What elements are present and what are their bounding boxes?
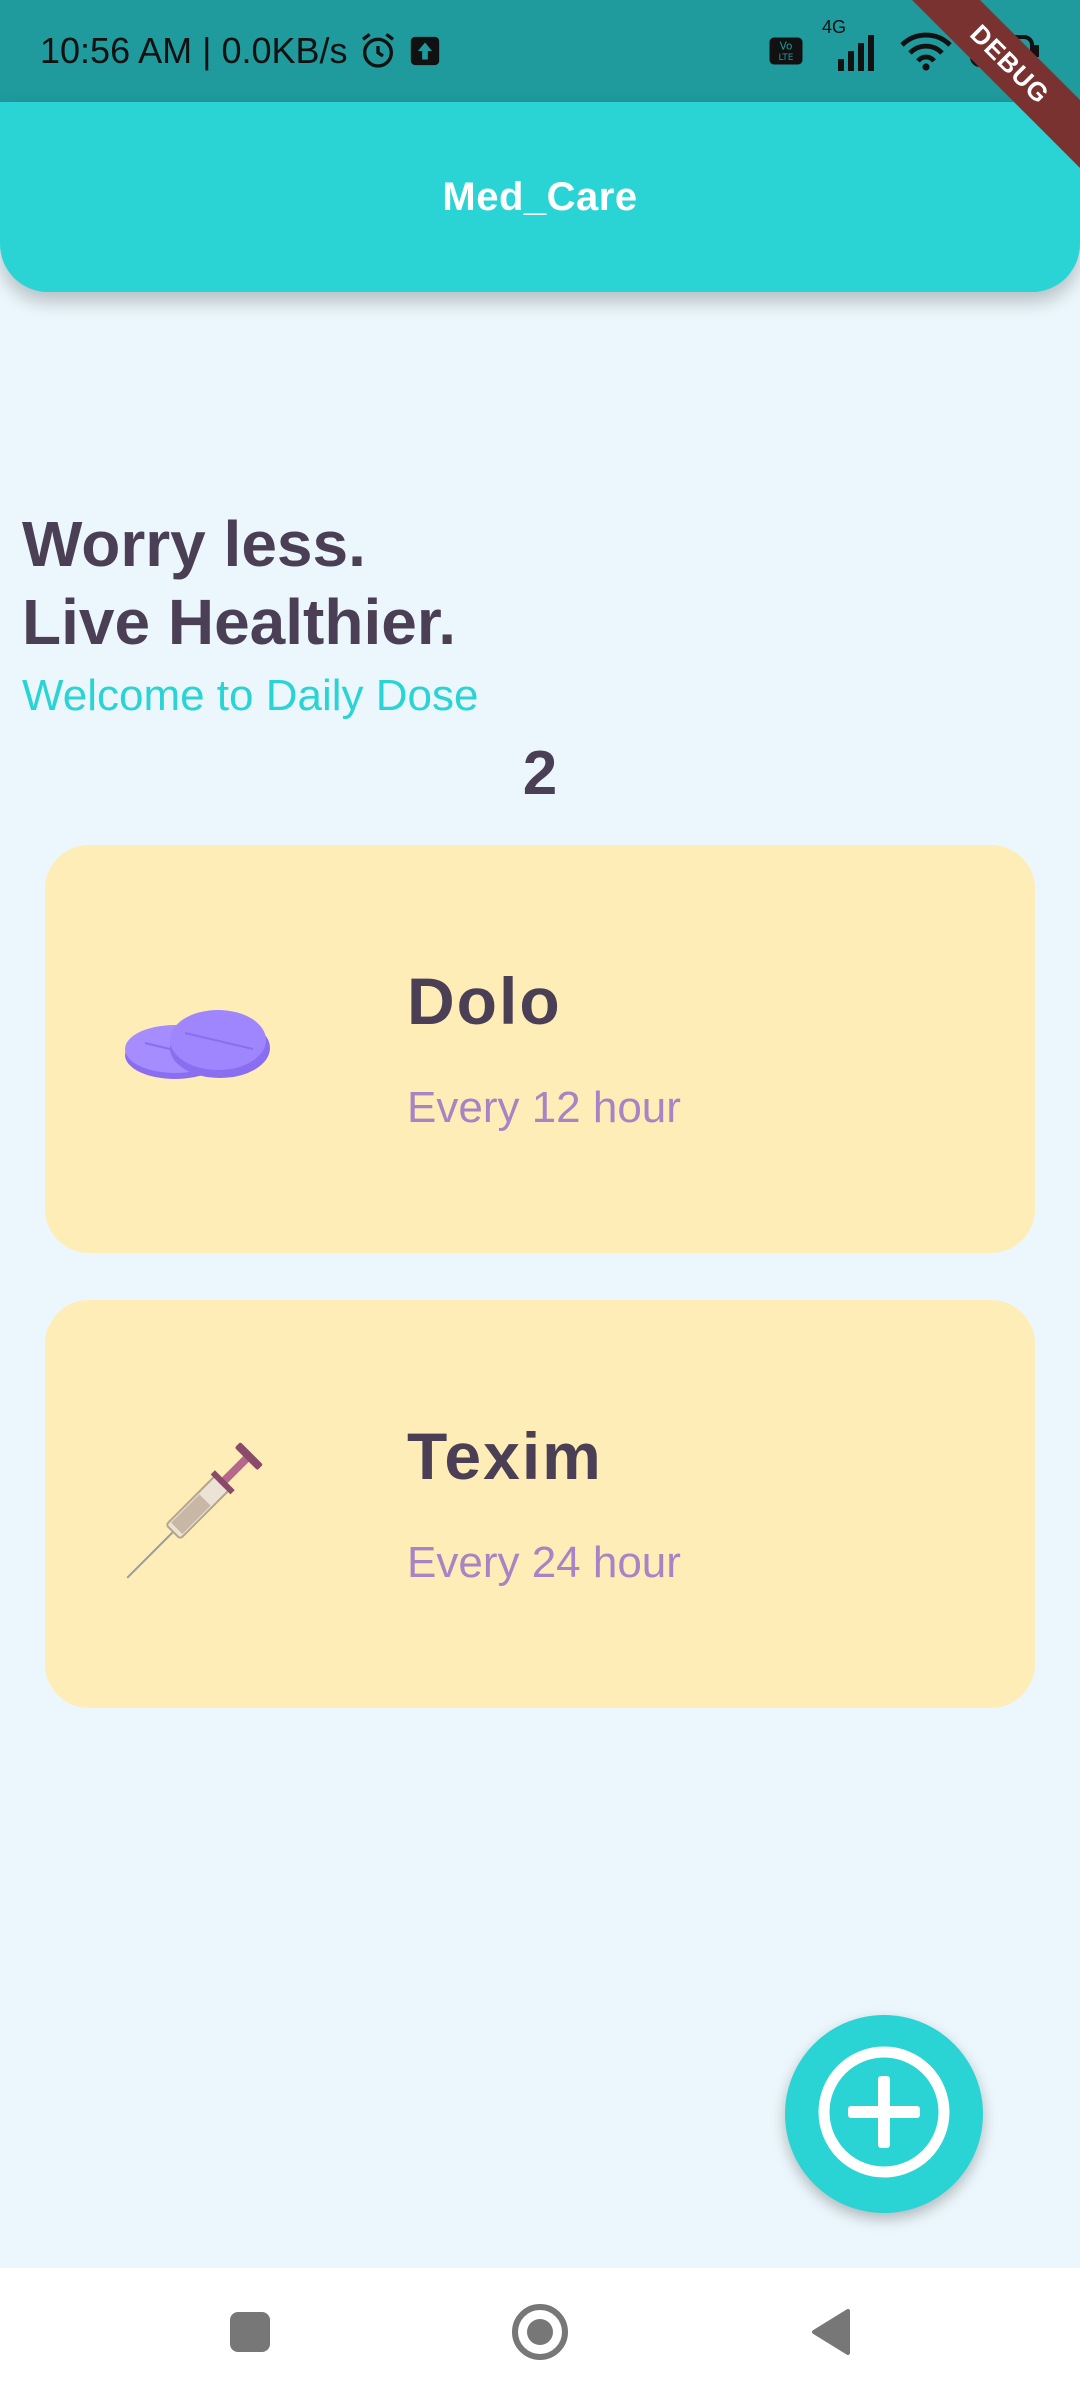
upload-icon xyxy=(408,34,442,68)
back-button[interactable] xyxy=(795,2299,865,2369)
medicine-name: Texim xyxy=(407,1419,603,1493)
medicine-card-dolo[interactable]: Dolo Every 12 hour xyxy=(45,845,1035,1253)
add-circle-icon xyxy=(814,2042,954,2187)
volte-icon: Vo LTE xyxy=(768,33,804,69)
home-circle-icon xyxy=(510,2302,570,2367)
svg-text:Vo: Vo xyxy=(780,41,793,53)
add-medicine-button[interactable] xyxy=(785,2015,983,2213)
syringe-icon xyxy=(105,1400,305,1600)
welcome-text: Welcome to Daily Dose xyxy=(22,671,479,720)
signal-icon: 4G xyxy=(822,17,882,71)
status-time: 10:56 AM | 0.0KB/s xyxy=(40,30,348,71)
network-type: 4G xyxy=(822,17,847,37)
tagline-line-1: Worry less. xyxy=(22,508,366,580)
svg-text:LTE: LTE xyxy=(779,53,794,63)
alarm-icon xyxy=(358,31,398,71)
system-nav-bar xyxy=(0,2268,1080,2400)
medicine-count: 2 xyxy=(522,739,558,808)
medicine-name: Dolo xyxy=(407,964,562,1038)
app-title: Med_Care xyxy=(442,174,638,219)
home-button[interactable] xyxy=(505,2299,575,2369)
medicine-frequency: Every 24 hour xyxy=(407,1538,681,1587)
square-icon xyxy=(228,2310,272,2359)
recent-apps-button[interactable] xyxy=(215,2299,285,2369)
medicine-card-texim[interactable]: Texim Every 24 hour xyxy=(45,1300,1035,1708)
app-bar: Med_Care xyxy=(0,102,1080,292)
back-triangle-icon xyxy=(808,2307,852,2362)
medicine-frequency: Every 12 hour xyxy=(407,1083,681,1132)
tagline-line-2: Live Healthier. xyxy=(22,586,456,658)
status-left: 10:56 AM | 0.0KB/s xyxy=(40,30,442,72)
status-bar: 10:56 AM | 0.0KB/s VoLTE 4G 66 xyxy=(0,0,1080,102)
pill-icon xyxy=(105,945,305,1145)
wifi-icon xyxy=(900,31,952,71)
hero-section: Worry less. Live Healthier. Welcome to D… xyxy=(22,505,478,721)
screen: 10:56 AM | 0.0KB/s VoLTE 4G 66 xyxy=(0,0,1080,2400)
